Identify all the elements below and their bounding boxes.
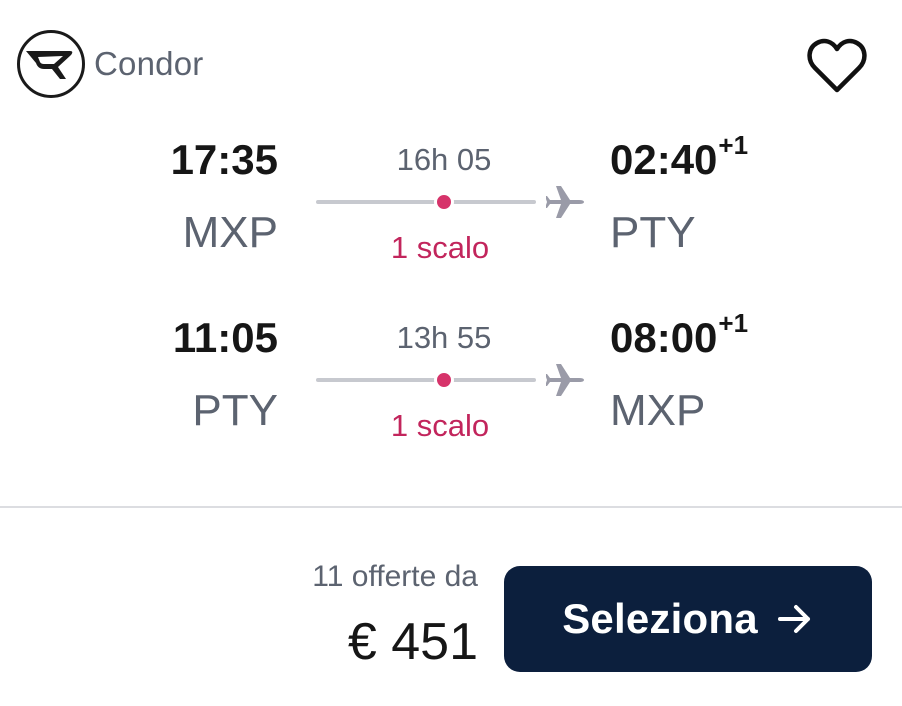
flight-duration: 13h 55 (396, 320, 492, 355)
select-button[interactable]: Seleziona (504, 566, 872, 672)
route-line (316, 378, 536, 382)
price: € 451 (347, 613, 478, 671)
stop-dot-icon (434, 370, 454, 390)
arrival-time: 08:00+1 (610, 308, 749, 361)
airplane-icon (546, 186, 584, 218)
divider (0, 506, 902, 508)
arrival-time: 02:40+1 (610, 130, 749, 183)
flight-leg-outbound: 17:35 MXP 16h 05 1 scalo 02:40+1 PTY (0, 130, 902, 280)
departure-time: 11:05 (172, 314, 278, 361)
offers-count: 11 offerte da (312, 560, 478, 593)
departure-time: 17:35 (170, 136, 278, 183)
flight-result-card[interactable]: Condor 17:35 MXP 16h 05 1 scalo 02:40+1 … (0, 0, 902, 706)
arrival-airport-code: PTY (610, 208, 696, 257)
stops-count: 1 scalo (390, 230, 490, 265)
condor-logo-icon (17, 30, 85, 98)
flight-duration: 16h 05 (396, 142, 492, 177)
airplane-icon (546, 364, 584, 396)
stops-count: 1 scalo (390, 408, 490, 443)
flight-leg-return: 11:05 PTY 13h 55 1 scalo 08:00+1 MXP (0, 308, 902, 458)
route-line (316, 200, 536, 204)
stop-dot-icon (434, 192, 454, 212)
arrow-right-icon (777, 605, 810, 633)
departure-airport-code: PTY (192, 386, 278, 435)
heart-icon[interactable] (806, 38, 868, 94)
select-button-label: Seleziona (562, 595, 758, 642)
departure-airport-code: MXP (182, 208, 278, 257)
arrival-day-offset: +1 (718, 130, 749, 160)
airline-header: Condor (16, 28, 203, 100)
airline-name: Condor (94, 45, 204, 82)
arrival-airport-code: MXP (610, 386, 706, 435)
arrival-day-offset: +1 (718, 308, 749, 338)
